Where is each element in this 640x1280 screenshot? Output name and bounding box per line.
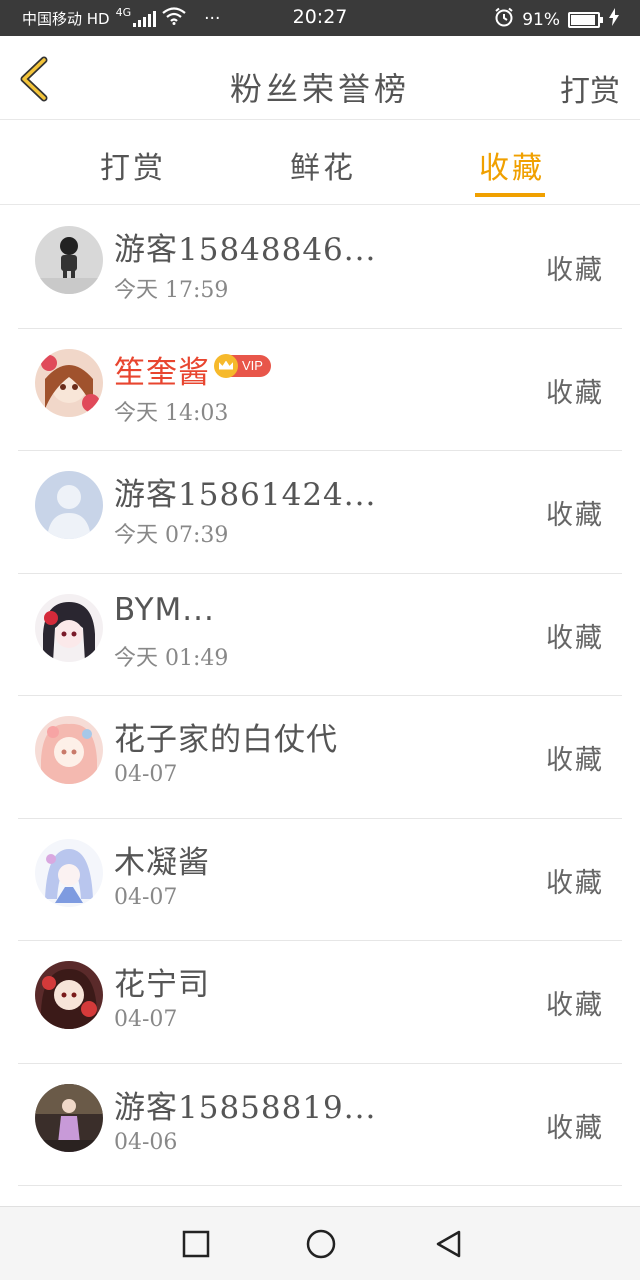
avatar[interactable] [35,838,103,907]
nav-bar: 粉丝荣誉榜 打赏 [0,36,640,120]
list-item[interactable]: 游客15861424... 今天 07:39 收藏 [18,451,622,574]
tab-favorites[interactable]: 收藏 [479,143,545,187]
favorite-time: 今天 01:49 [114,645,229,671]
list-item[interactable]: BYM... 今天 01:49 收藏 [18,574,622,696]
crown-icon [214,353,238,378]
tab-reward[interactable]: 打赏 [100,143,166,187]
avatar[interactable] [35,226,103,294]
avatar[interactable] [35,1083,103,1152]
reward-button[interactable]: 打赏 [560,66,620,110]
favorite-time: 今天 17:59 [114,278,229,303]
list-item[interactable]: 木凝酱 04-07 收藏 [18,819,622,941]
active-tab-indicator [475,193,545,197]
status-right: 91% [494,7,620,32]
list-item[interactable]: 游客15848846... 今天 17:59 收藏 [18,206,622,329]
favorite-time: 今天 14:03 [114,400,229,426]
list-item[interactable]: 花宁司 04-07 收藏 [18,941,622,1064]
favorite-time: 04-06 [114,1129,178,1155]
user-name-text: 笙奎酱 [114,354,210,391]
avatar[interactable] [35,348,103,417]
avatar[interactable] [35,471,103,539]
status-bar: 中国移动 HD 4G ··· 20:27 91% [0,0,640,36]
favorite-time: 04-07 [114,884,178,910]
favorite-label: 收藏 [546,377,604,409]
circle-icon [306,1229,336,1259]
battery-percent: 91% [522,9,560,30]
user-name: 游客15848846... [114,232,377,268]
favorite-time: 今天 07:39 [114,523,229,548]
list-item[interactable]: 笙奎酱 VIP 今天 14:03 收藏 [18,329,622,451]
favorite-label: 收藏 [546,500,604,531]
tab-bar: 打赏 鲜花 收藏 [0,121,640,205]
favorite-label: 收藏 [546,990,604,1021]
square-icon [182,1230,210,1258]
avatar[interactable] [35,593,103,662]
favorite-label: 收藏 [546,1112,604,1144]
avatar[interactable] [35,961,103,1029]
system-nav-bar [0,1206,640,1280]
user-name: 游客15858819... [114,1089,377,1126]
charging-icon [608,8,620,31]
tab-flowers[interactable]: 鲜花 [290,143,356,187]
battery-icon [568,11,603,28]
home-button[interactable] [306,1229,336,1259]
user-name: 木凝酱 [114,844,210,881]
system-back-button[interactable] [434,1229,464,1259]
favorite-label: 收藏 [546,622,604,654]
user-name: 游客15861424... [114,477,377,513]
favorite-label: 收藏 [546,867,604,899]
favorite-label: 收藏 [546,255,604,286]
fan-list: 游客15848846... 今天 17:59 收藏 笙奎酱 VIP 今天 14:0… [0,206,640,1186]
favorite-time: 04-07 [114,1007,178,1032]
user-name: 笙奎酱 VIP [114,347,271,392]
alarm-icon [494,7,514,32]
recent-apps-button[interactable] [181,1229,211,1259]
vip-badge: VIP [214,353,271,378]
triangle-back-icon [436,1230,461,1258]
user-name: 花宁司 [114,967,210,1003]
page-title: 粉丝荣誉榜 [229,70,410,108]
user-name: 花子家的白仗代 [114,722,338,758]
list-item[interactable]: 游客15858819... 04-06 收藏 [18,1064,622,1186]
user-name: BYM... [114,591,215,628]
favorite-label: 收藏 [546,745,604,776]
avatar[interactable] [35,716,103,784]
list-item[interactable]: 花子家的白仗代 04-07 收藏 [18,696,622,819]
favorite-time: 04-07 [114,762,178,787]
